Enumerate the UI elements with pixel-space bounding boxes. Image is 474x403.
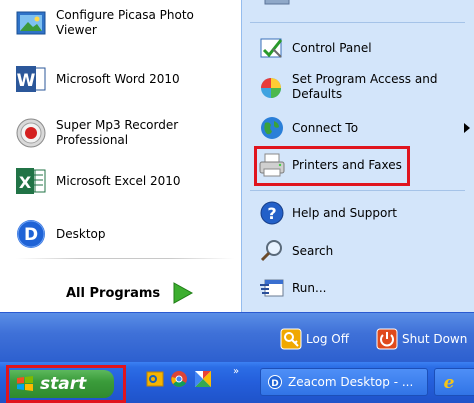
submenu-arrow-icon: [464, 123, 470, 133]
microsoft-excel-icon: X: [14, 164, 48, 198]
menu-item-word[interactable]: W Microsoft Word 2010: [14, 60, 239, 98]
svg-text:D: D: [271, 379, 278, 389]
start-menu-bottom-bar: Log Off Shut Down: [0, 312, 474, 363]
shut-down-label: Shut Down: [402, 332, 468, 346]
menu-item-search[interactable]: Search: [258, 236, 333, 266]
menu-item-label: Desktop: [56, 226, 106, 241]
log-off-key-icon: [280, 328, 302, 350]
menu-item-label: Search: [292, 243, 334, 258]
outlook-icon[interactable]: [146, 370, 164, 388]
menu-item-excel[interactable]: X Microsoft Excel 2010: [14, 162, 239, 200]
menu-item-mp3-recorder[interactable]: Super Mp3 Recorder Professional: [14, 114, 239, 152]
svg-text:?: ?: [267, 204, 276, 223]
menu-item-label: Microsoft Excel 2010: [56, 173, 181, 188]
picasa-photo-viewer-icon: [14, 6, 48, 40]
green-arrow-icon: [173, 282, 194, 304]
menu-item-label: Connect To: [292, 120, 359, 135]
taskbar-button-label: Zeacom Desktop - ...: [288, 375, 414, 389]
start-menu-left-column: Configure Picasa Photo Viewer W Microsof…: [0, 0, 240, 312]
menu-item-label-2: Defaults: [292, 87, 343, 101]
run-icon: [258, 274, 286, 302]
all-programs-button[interactable]: All Programs: [66, 280, 194, 306]
svg-text:D: D: [24, 225, 38, 245]
menu-item-label: Control Panel: [292, 40, 372, 55]
my-computer-icon: [264, 0, 290, 5]
mp3-recorder-icon: [14, 116, 48, 150]
taskbar-button-zeacom[interactable]: D Zeacom Desktop - ...: [260, 368, 428, 396]
menu-item-label: Set Program Access and: [292, 72, 438, 86]
menu-item-run[interactable]: Run...: [258, 273, 326, 303]
zeacom-icon: D: [268, 375, 282, 389]
menu-item-label: Help and Support: [292, 205, 397, 220]
menu-item-label: Configure Picasa Photo: [56, 8, 194, 22]
highlight-printers-faxes: [254, 146, 410, 186]
quick-launch-bar: [146, 370, 212, 388]
all-programs-label: All Programs: [66, 285, 161, 301]
internet-explorer-icon: e: [444, 373, 455, 391]
search-icon: [258, 237, 286, 265]
log-off-button[interactable]: Log Off: [280, 327, 349, 351]
menu-item-program-access[interactable]: Set Program Access and Defaults: [258, 72, 437, 102]
menu-item-desktop[interactable]: D Desktop: [14, 215, 239, 253]
log-off-label: Log Off: [306, 332, 349, 346]
menu-item-control-panel[interactable]: Control Panel: [258, 33, 372, 63]
separator: [250, 22, 465, 23]
svg-text:X: X: [19, 173, 32, 192]
svg-text:e: e: [444, 373, 455, 391]
menu-item-label-2: Viewer: [56, 23, 97, 37]
menu-item-picasa[interactable]: Configure Picasa Photo Viewer: [14, 4, 239, 42]
menu-item-connect-to[interactable]: Connect To: [258, 113, 468, 143]
separator: [250, 190, 465, 191]
program-access-icon: [258, 73, 286, 101]
shut-down-button[interactable]: Shut Down: [376, 327, 467, 351]
connect-to-globe-icon: [258, 114, 286, 142]
separator: [16, 258, 234, 259]
svg-text:W: W: [17, 71, 36, 91]
microsoft-word-icon: W: [14, 62, 48, 96]
taskbar-button-ie[interactable]: e: [434, 368, 474, 396]
desktop-d-icon: D: [14, 217, 48, 251]
menu-item-label: Microsoft Word 2010: [56, 71, 180, 86]
highlight-start-button: [6, 365, 126, 403]
shut-down-power-icon: [376, 328, 398, 350]
help-icon: ?: [258, 199, 286, 227]
menu-item-label: Super Mp3 Recorder: [56, 118, 179, 132]
menu-item-help-support[interactable]: ? Help and Support: [258, 198, 397, 228]
quick-launch-overflow[interactable]: »: [233, 366, 239, 377]
picasa-icon[interactable]: [194, 370, 212, 388]
control-panel-icon: [258, 34, 286, 62]
menu-item-label-2: Professional: [56, 133, 129, 147]
chrome-icon[interactable]: [170, 370, 188, 388]
menu-item-label: Run...: [292, 280, 327, 295]
